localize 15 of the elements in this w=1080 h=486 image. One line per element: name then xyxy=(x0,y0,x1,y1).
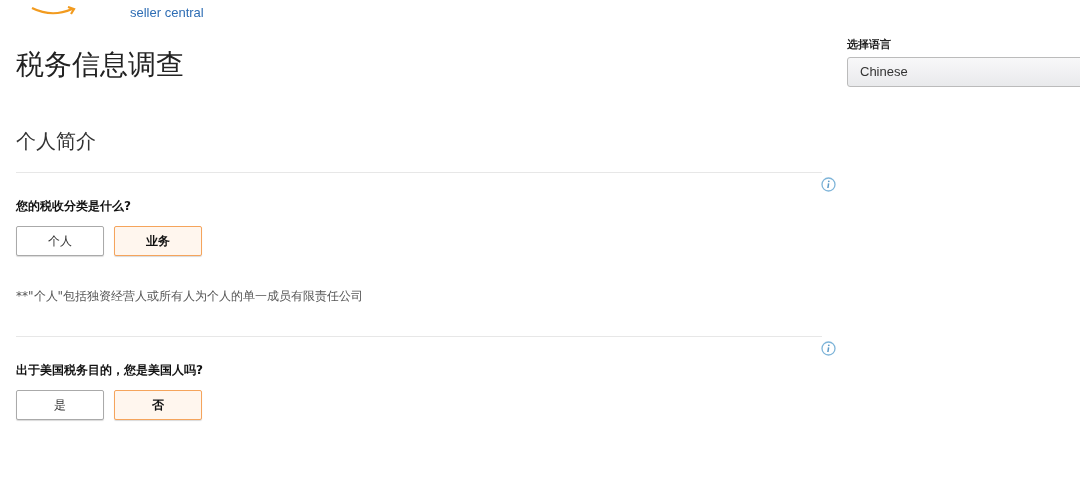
note-text: **"个人"包括独资经营人或所有人为个人的单一成员有限责任公司 xyxy=(16,288,365,304)
section-heading: 个人简介 xyxy=(16,128,97,155)
question-label: 您的税收分类是什么? xyxy=(16,198,132,214)
option-button[interactable]: 否 xyxy=(114,390,202,420)
option-button[interactable]: 个人 xyxy=(16,226,104,256)
logo-subtitle: seller central xyxy=(130,5,204,20)
language-dropdown[interactable]: Chinese xyxy=(847,57,1080,87)
option-button[interactable]: 业务 xyxy=(114,226,202,256)
option-button[interactable]: 是 xyxy=(16,390,104,420)
question-label: 出于美国税务目的，您是美国人吗? xyxy=(16,362,204,378)
info-icon[interactable] xyxy=(821,177,836,192)
logo-arrow-icon xyxy=(30,6,78,16)
info-icon[interactable] xyxy=(821,341,836,356)
language-label: 选择语言 xyxy=(847,38,892,52)
page-title: 税务信息调查 xyxy=(16,47,185,83)
